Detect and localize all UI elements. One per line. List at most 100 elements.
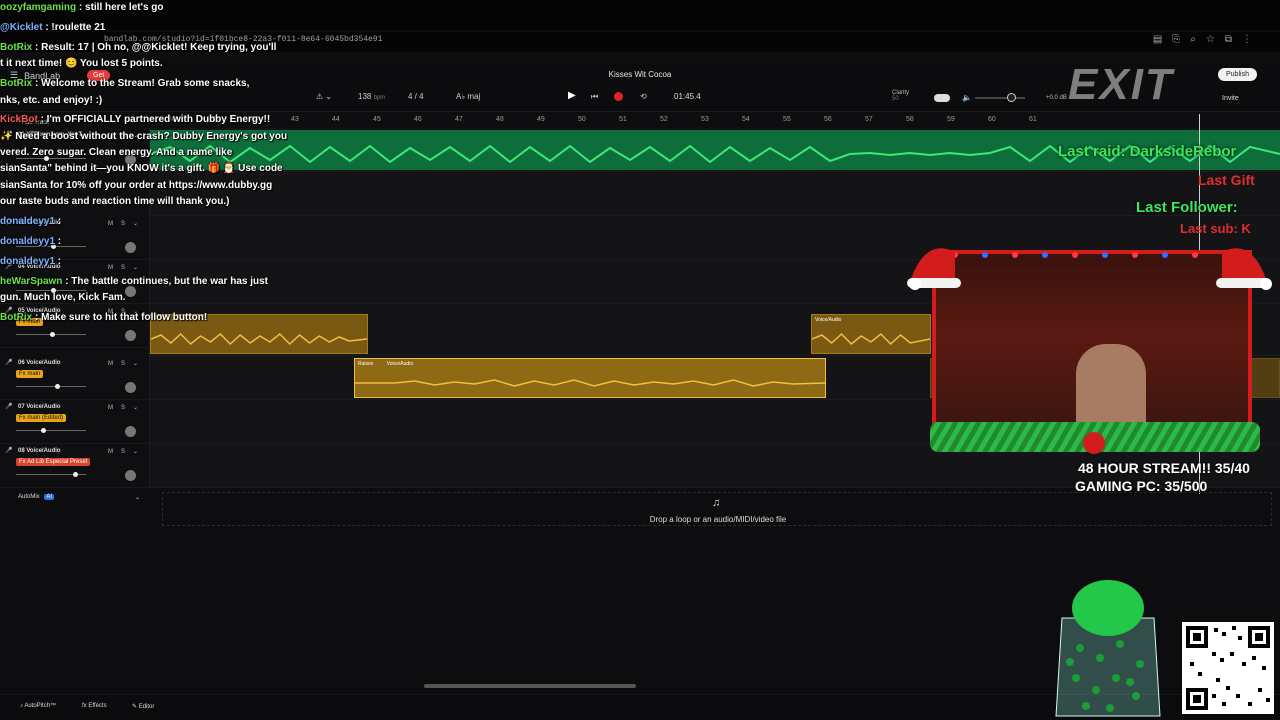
clip-voice-b[interactable]: Voice/Audio xyxy=(811,314,931,354)
extensions-icon[interactable]: ⧉ xyxy=(1225,34,1232,45)
chat-username[interactable]: BotRix xyxy=(0,42,32,53)
pan-knob[interactable] xyxy=(125,330,136,341)
autopitch-label: AutoPitch™ xyxy=(24,703,57,709)
ruler-bar-label: 51 xyxy=(619,116,627,123)
track-header[interactable]: 🎤 05 Voice/Audio Fx main MS⌄ xyxy=(0,304,150,348)
track-volume-fader[interactable] xyxy=(16,384,86,389)
chat-text: : The battle continues, but the war has … xyxy=(62,276,268,287)
pan-knob[interactable] xyxy=(125,426,136,437)
track-volume-fader[interactable] xyxy=(16,332,86,337)
horizontal-scrollbar[interactable] xyxy=(424,684,636,688)
autopitch-button[interactable]: ♪ AutoPitch™ xyxy=(20,703,56,709)
drop-zone[interactable]: ♫ Drop a loop or an audio/MIDI/video fil… xyxy=(162,492,1272,526)
cast-icon[interactable]: ⎘ xyxy=(1172,34,1180,45)
key-field[interactable]: A♭ maj xyxy=(456,92,480,101)
loop-icon[interactable]: ⟲ xyxy=(640,92,647,101)
chat-username[interactable]: heWarSpawn xyxy=(0,276,62,287)
chat-username[interactable]: BotRix xyxy=(0,312,32,323)
ruler-bar-label: 57 xyxy=(865,116,873,123)
fader-knob[interactable] xyxy=(41,428,47,433)
tempo-unit: bpm xyxy=(373,95,386,101)
track-volume-fader[interactable] xyxy=(16,288,86,293)
zoom-icon[interactable]: ⌕ xyxy=(1190,34,1196,45)
music-note-icon: ♫ xyxy=(712,497,721,509)
mute-solo-buttons[interactable]: MS⌄ xyxy=(108,448,146,455)
ruler-bar-label: 43 xyxy=(291,116,299,123)
chat-username[interactable]: KickBot xyxy=(0,114,38,125)
chat-text: ✨ Need a boost without the crash? Dubby … xyxy=(0,131,288,142)
speaker-icon[interactable]: 🔈 xyxy=(962,93,972,102)
pan-knob[interactable] xyxy=(125,242,136,253)
pan-knob[interactable] xyxy=(125,470,136,481)
lane-2[interactable] xyxy=(150,172,1280,216)
chat-message: our taste buds and reaction time will th… xyxy=(0,196,229,207)
track-header[interactable]: 🎤 07 Voice/Audio Fx main (Edited) MS⌄ xyxy=(0,400,150,444)
time-signature[interactable]: 4 / 4 xyxy=(408,92,424,101)
pan-knob[interactable] xyxy=(125,286,136,297)
reader-icon[interactable]: ▤ xyxy=(1153,34,1162,45)
microphone-icon: 🎤 xyxy=(5,360,13,366)
chat-text: : xyxy=(55,216,62,227)
chat-text: vered. Zero sugar. Clean energy. And a n… xyxy=(0,147,233,158)
fader-knob[interactable] xyxy=(49,332,55,337)
timeline-ruler[interactable]: 40 41 42 43 44 45 46 47 48 49 50 51 52 53 54 55 56 57 58 59… xyxy=(150,114,1280,128)
mute-solo-buttons[interactable]: MS⌄ xyxy=(108,404,146,411)
chat-text: sianSanta" behind it—you KNOW it's a gif… xyxy=(0,163,283,174)
clip-raises[interactable]: Raises Voice/Audio xyxy=(354,358,826,398)
last-gift-text: Last Gift xyxy=(1198,172,1255,188)
automix-toggle[interactable]: AutoMix AI ⌄ xyxy=(18,494,140,501)
track-volume-fader[interactable] xyxy=(16,428,86,433)
song-title[interactable]: Kisses Wit Cocoa xyxy=(540,70,740,79)
fader-knob[interactable] xyxy=(54,384,60,389)
master-volume-knob[interactable] xyxy=(1007,93,1016,102)
master-volume-slider[interactable] xyxy=(975,97,1025,99)
publish-button[interactable]: Publish xyxy=(1218,68,1257,81)
track-volume-fader[interactable] xyxy=(16,472,86,477)
record-button[interactable] xyxy=(614,92,623,101)
chat-text: : Make sure to hit that follow button! xyxy=(32,312,208,323)
fx-preset-badge[interactable]: Fx Ad Lib Especial Preset xyxy=(16,458,91,466)
chevron-down-icon[interactable]: ⌄ xyxy=(135,494,140,501)
track-volume-fader[interactable] xyxy=(16,156,86,161)
rewind-icon[interactable]: ⏮ xyxy=(591,92,598,102)
last-raid-text: Last raid: DarksideRebor xyxy=(1058,143,1237,160)
ai-badge: AI xyxy=(44,494,55,500)
chat-message: gun. Much love, Kick Fam. xyxy=(0,292,126,303)
chat-username[interactable]: donaldeyy1 xyxy=(0,256,55,267)
pan-knob[interactable] xyxy=(125,382,136,393)
play-icon[interactable]: ▶ xyxy=(568,90,580,102)
fader-knob[interactable] xyxy=(73,472,79,477)
chat-username[interactable]: @Kicklet xyxy=(0,22,43,33)
editor-button[interactable]: ✎ Editor xyxy=(132,703,154,710)
invite-button[interactable]: Invite xyxy=(1222,95,1239,102)
chat-username[interactable]: donaldeyy1 xyxy=(0,216,55,227)
bookmark-star-icon[interactable]: ☆ xyxy=(1206,34,1215,45)
metronome-icon[interactable]: ⚠ ⌄ xyxy=(316,92,332,101)
tempo-field[interactable]: 138 bpm xyxy=(358,92,385,101)
clip-label: Voice/Audio xyxy=(815,317,842,323)
chat-username[interactable]: oozyfamgaming xyxy=(0,2,76,13)
menu-dots-icon[interactable]: ⋮ xyxy=(1242,34,1252,45)
fx-preset-badge[interactable]: Fx main (Edited) xyxy=(16,414,67,422)
mute-solo-buttons[interactable]: MS⌄ xyxy=(108,360,146,367)
clarity-control[interactable]: Clarity 50 xyxy=(892,90,909,102)
track-name[interactable]: 08 Voice/Audio xyxy=(18,448,61,454)
santa-hat-icon xyxy=(1216,248,1272,290)
clarity-toggle[interactable] xyxy=(934,94,950,102)
ruler-bar-label: 48 xyxy=(496,116,504,123)
mute-solo-buttons[interactable]: MS⌄ xyxy=(108,220,146,227)
track-name[interactable]: 06 Voice/Audio xyxy=(18,360,61,366)
drop-zone-text: Drop a loop or an audio/MIDI/video file xyxy=(649,515,787,524)
chat-message: sianSanta" behind it—you KNOW it's a gif… xyxy=(0,163,283,174)
track-header[interactable]: 🎤 06 Voice/Audio Fx main MS⌄ xyxy=(0,356,150,400)
ruler-bar-label: 59 xyxy=(947,116,955,123)
last-follower-text: Last Follower: xyxy=(1136,199,1238,216)
track-name[interactable]: 07 Voice/Audio xyxy=(18,404,61,410)
track-header[interactable]: 🎤 08 Voice/Audio Fx Ad Lib Especial Preset… xyxy=(0,444,150,488)
mute-solo-buttons[interactable]: MS⌄ xyxy=(108,264,146,271)
ruler-bar-label: 46 xyxy=(414,116,422,123)
chat-username[interactable]: BotRix xyxy=(0,78,32,89)
chat-username[interactable]: donaldeyy1 xyxy=(0,236,55,247)
fx-preset-badge[interactable]: Fx main xyxy=(16,370,44,378)
effects-button[interactable]: fx Effects xyxy=(82,703,107,709)
